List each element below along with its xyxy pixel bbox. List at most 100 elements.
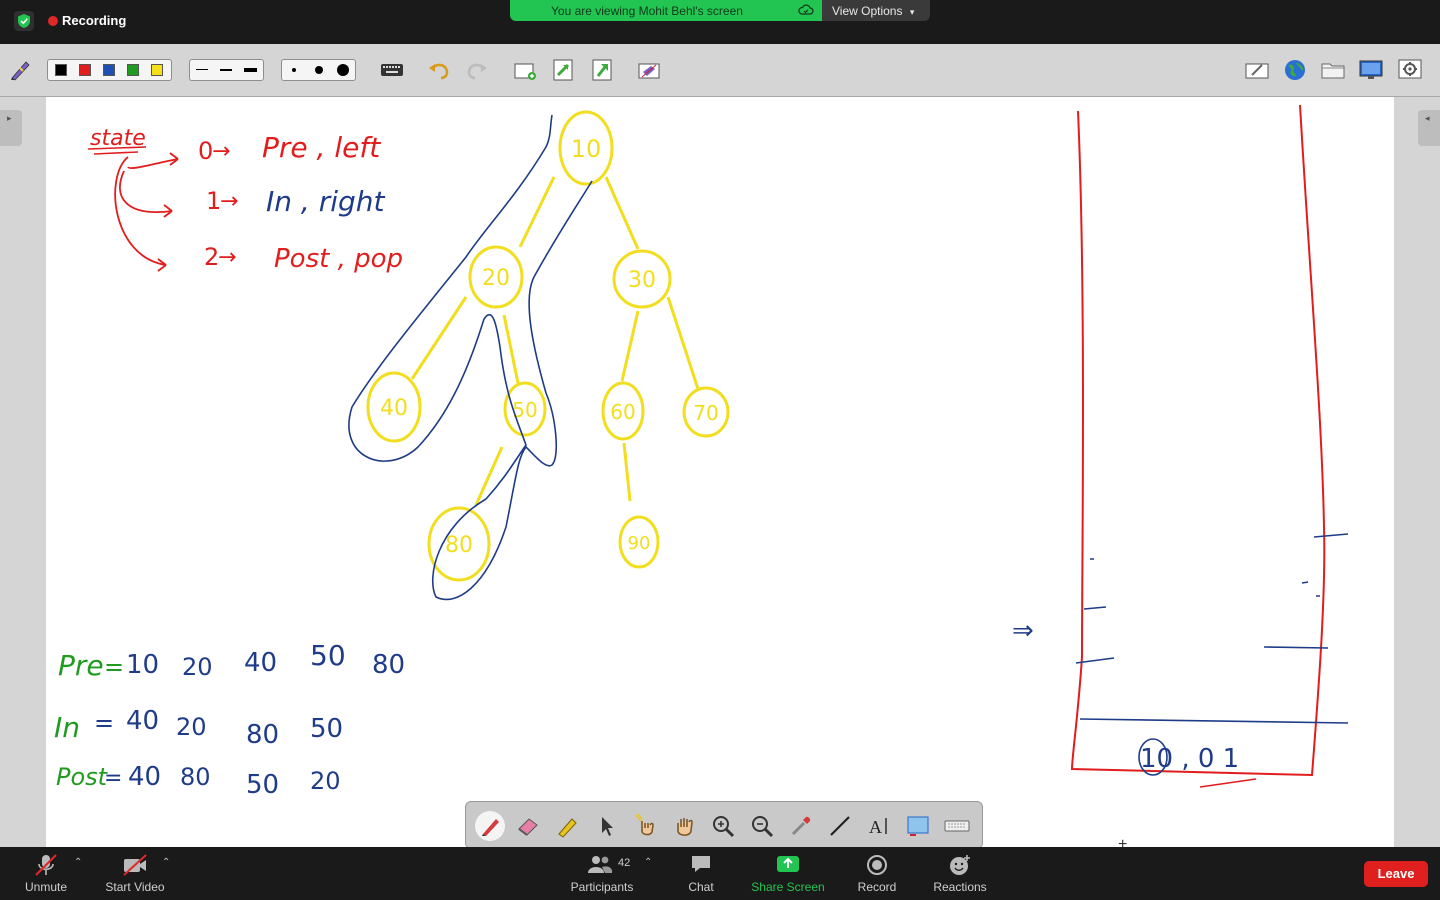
image-tool-button[interactable] xyxy=(903,811,933,841)
color-swatch-red[interactable] xyxy=(79,64,91,76)
share-screen-button[interactable]: Share Screen xyxy=(748,847,828,900)
annotate-toolbar: A xyxy=(465,801,983,849)
eraser-tool-button[interactable] xyxy=(513,811,543,841)
leave-button[interactable]: Leave xyxy=(1364,861,1428,887)
view-options-button[interactable]: View Options ▾ xyxy=(822,0,930,21)
pen-tool-icon[interactable] xyxy=(6,56,34,84)
reactions-button[interactable]: Reactions xyxy=(928,847,992,900)
color-picker-button[interactable] xyxy=(786,811,816,841)
state-0-arrow: → xyxy=(212,139,230,164)
keyboard-tool-button[interactable] xyxy=(942,811,972,841)
zoom-in-icon xyxy=(713,816,735,838)
chat-button[interactable]: Chat xyxy=(678,847,724,900)
redo-icon[interactable] xyxy=(463,56,491,84)
node-40: 40 xyxy=(380,396,408,421)
dot-size-large[interactable] xyxy=(337,64,349,76)
state-0-label: Pre , left xyxy=(262,131,381,164)
folder-icon[interactable] xyxy=(1319,56,1347,84)
state-2-label: Post , pop xyxy=(274,244,403,274)
share-screen-icon xyxy=(775,853,801,878)
expand-left-panel-button[interactable]: ▸ xyxy=(0,110,22,146)
select-tool-button[interactable] xyxy=(591,811,621,841)
chevron-left-icon: ◂ xyxy=(1425,113,1430,123)
participants-options-caret-icon[interactable]: ⌃ xyxy=(644,857,652,868)
color-swatch-blue[interactable] xyxy=(103,64,115,76)
participants-button[interactable]: Participants xyxy=(566,847,638,900)
text-tool-button[interactable]: A xyxy=(864,811,894,841)
highlighter-icon xyxy=(558,818,577,838)
highlighter-tool-button[interactable] xyxy=(552,811,582,841)
dot-size-medium[interactable] xyxy=(315,66,323,74)
record-button[interactable]: Record xyxy=(852,847,902,900)
zoom-in-button[interactable] xyxy=(708,811,738,841)
pen-tool-button[interactable] xyxy=(475,811,505,841)
pan-tool-button[interactable] xyxy=(669,811,699,841)
prev-page-icon[interactable] xyxy=(549,56,577,84)
pen-width-group xyxy=(189,59,264,81)
color-palette xyxy=(47,59,172,81)
call-stack: ⇒ 10 , 0 1 xyxy=(1012,104,1349,788)
participants-count-badge: 42 xyxy=(618,857,631,869)
hand-icon xyxy=(677,818,693,836)
node-20: 20 xyxy=(482,266,510,291)
undo-icon[interactable] xyxy=(425,56,453,84)
post-value-4: 20 xyxy=(310,767,341,795)
arrow-pointer-icon xyxy=(602,817,613,836)
state-1-number: 1 xyxy=(206,187,221,215)
color-swatch-green[interactable] xyxy=(127,64,139,76)
globe-icon[interactable] xyxy=(1281,56,1309,84)
smiley-plus-icon xyxy=(947,853,973,880)
color-swatch-black[interactable] xyxy=(55,64,67,76)
pen-width-thick[interactable] xyxy=(244,68,257,72)
new-page-icon[interactable] xyxy=(511,56,539,84)
clear-icon[interactable] xyxy=(635,56,663,84)
stack-entry: 10 , 0 1 xyxy=(1140,744,1239,774)
next-page-icon[interactable] xyxy=(588,56,616,84)
pen-width-medium[interactable] xyxy=(220,69,232,71)
traversal-lists: Pre = 10 20 40 50 80 In = 40 20 80 50 Po… xyxy=(54,639,405,800)
keyboard-icon[interactable] xyxy=(378,56,406,84)
record-icon xyxy=(865,853,889,880)
eraser-icon xyxy=(518,818,538,836)
start-video-button[interactable]: Start Video xyxy=(100,847,170,900)
settings-icon[interactable] xyxy=(1396,56,1424,84)
laser-pointer-button[interactable] xyxy=(630,811,660,841)
chat-label: Chat xyxy=(688,880,714,894)
post-value-1: 40 xyxy=(128,762,161,792)
eraser-page-icon[interactable] xyxy=(1243,56,1271,84)
pen-icon xyxy=(482,819,499,836)
post-label: Post xyxy=(56,763,109,791)
whiteboard-canvas[interactable]: state 0 → Pre , left 1 → In , right 2 → … xyxy=(46,97,1394,847)
expand-right-panel-button[interactable]: ◂ xyxy=(1418,110,1440,146)
chevron-right-icon: ▸ xyxy=(7,113,12,123)
state-1-label: In , right xyxy=(266,185,386,218)
node-10: 10 xyxy=(571,135,602,163)
zoom-out-icon xyxy=(752,816,774,838)
node-80: 80 xyxy=(445,533,473,558)
left-gutter xyxy=(0,97,46,847)
pre-value-1: 10 xyxy=(126,650,159,680)
pre-equals: = xyxy=(104,653,124,681)
line-icon xyxy=(830,816,850,836)
audio-options-caret-icon[interactable]: ⌃ xyxy=(74,857,82,868)
laser-hand-icon xyxy=(635,813,654,836)
pre-value-5: 80 xyxy=(372,650,405,680)
unmute-label: Unmute xyxy=(24,880,68,894)
pen-width-thin[interactable] xyxy=(196,69,208,70)
dot-size-small[interactable] xyxy=(292,68,296,72)
line-tool-button[interactable] xyxy=(825,811,855,841)
in-value-1: 40 xyxy=(126,706,159,736)
start-video-label: Start Video xyxy=(105,880,165,894)
node-60: 60 xyxy=(610,400,635,424)
monitor-icon[interactable] xyxy=(1357,56,1385,84)
in-label: In xyxy=(54,711,80,744)
text-icon: A xyxy=(869,817,887,837)
state-2-number: 2 xyxy=(204,243,219,271)
zoom-out-button[interactable] xyxy=(747,811,777,841)
color-swatch-yellow[interactable] xyxy=(151,64,163,76)
video-options-caret-icon[interactable]: ⌃ xyxy=(162,857,170,868)
meeting-controls-bar: Unmute ⌃ Start Video ⌃ Participants ⌃ Ch… xyxy=(0,847,1440,900)
state-1-arrow: → xyxy=(220,189,238,214)
unmute-button[interactable]: Unmute xyxy=(16,847,76,900)
security-shield-icon[interactable] xyxy=(14,11,34,31)
